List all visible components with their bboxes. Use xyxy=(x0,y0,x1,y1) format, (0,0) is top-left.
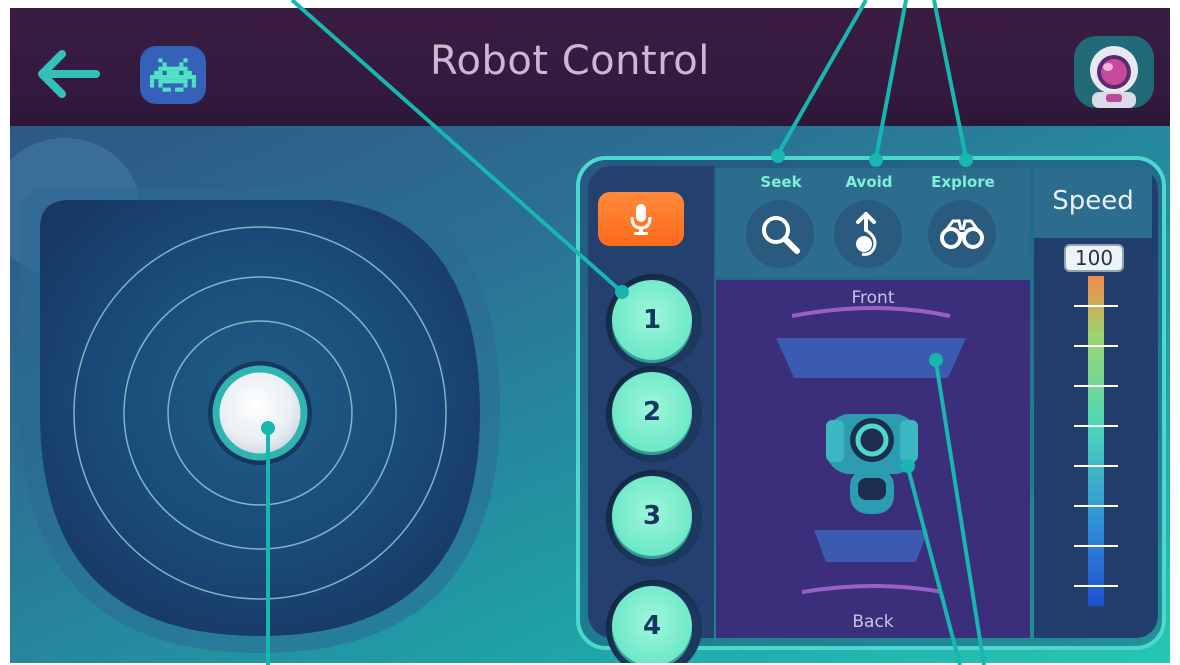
speed-title: Speed xyxy=(1052,186,1134,216)
program-button-3[interactable]: 3 xyxy=(612,476,692,556)
joystick-pad[interactable] xyxy=(10,158,510,658)
program-button-4[interactable]: 4 xyxy=(612,586,692,663)
page-title: Robot Control xyxy=(430,38,710,84)
mode-label-seek: Seek xyxy=(760,173,802,191)
speed-fill-bar xyxy=(1088,276,1104,606)
mode-label-avoid: Avoid xyxy=(845,173,893,191)
binoculars-icon xyxy=(940,219,984,249)
robot-icon xyxy=(826,414,918,514)
explore-mode-button[interactable] xyxy=(928,200,996,268)
back-sensor-zone xyxy=(814,530,928,562)
voice-command-button[interactable] xyxy=(598,192,684,246)
app-window: Robot Control 1 2 3 4 Seek Avoid Explore… xyxy=(10,8,1170,663)
front-sensor-zone xyxy=(776,338,966,378)
top-bar: Robot Control xyxy=(10,8,1170,126)
space-invader-icon xyxy=(150,58,196,92)
back-arrow-icon[interactable] xyxy=(32,46,104,102)
program-button-2[interactable]: 2 xyxy=(612,372,692,452)
joystick-knob[interactable] xyxy=(212,365,308,461)
avoid-mode-button[interactable] xyxy=(834,200,902,268)
avoid-arrow-icon xyxy=(856,212,877,256)
microphone-icon xyxy=(630,204,652,235)
robot-avatar-icon xyxy=(1090,46,1138,108)
mode-label-explore: Explore xyxy=(931,173,995,191)
speed-slider[interactable] xyxy=(1034,236,1158,616)
magnifier-icon xyxy=(762,216,800,254)
seek-mode-button[interactable] xyxy=(746,200,814,268)
game-button[interactable] xyxy=(140,46,206,104)
speed-value-readout: 100 xyxy=(1064,244,1124,272)
avatar[interactable] xyxy=(1074,36,1154,108)
program-button-1[interactable]: 1 xyxy=(612,280,692,360)
robot-sensor-diagram xyxy=(776,306,966,594)
